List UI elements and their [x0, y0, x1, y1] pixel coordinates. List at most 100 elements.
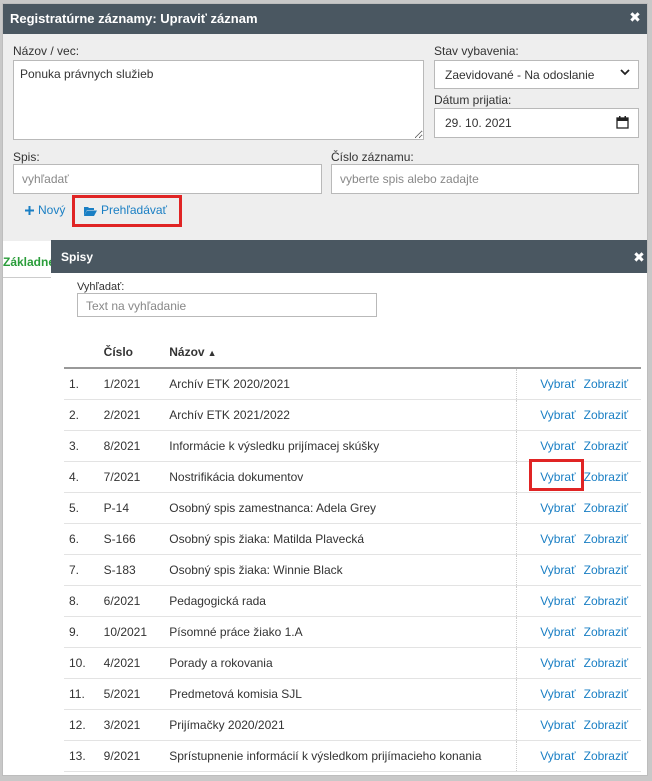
- show-link[interactable]: Zobraziť: [584, 439, 629, 453]
- datum-input[interactable]: 29. 10. 2021: [434, 108, 639, 138]
- tab-zakladne[interactable]: Základné: [3, 255, 51, 269]
- row-actions: Vybrať Zobraziť: [516, 616, 641, 648]
- row-nazov: Predmetová komisia SJL: [169, 678, 517, 710]
- row-actions: Vybrať Zobraziť: [516, 647, 641, 679]
- row-actions: Vybrať Zobraziť: [516, 709, 641, 741]
- col-cislo[interactable]: Číslo: [103, 336, 170, 369]
- dialog-titlebar: Registratúrne záznamy: Upraviť záznam ✖: [3, 4, 647, 34]
- edit-record-dialog: Registratúrne záznamy: Upraviť záznam ✖ …: [2, 3, 648, 776]
- row-index: 7.: [64, 554, 104, 586]
- col-nazov[interactable]: Názov ▲: [169, 336, 517, 369]
- show-link[interactable]: Zobraziť: [584, 501, 629, 515]
- row-index: 11.: [64, 678, 104, 710]
- show-link[interactable]: Zobraziť: [584, 563, 629, 577]
- spis-search-input[interactable]: vyhľadať: [13, 164, 322, 194]
- table-row: 11. 5/2021 Predmetová komisia SJL Vybrať Zob…: [64, 678, 641, 710]
- row-nazov: Archív ETK 2021/2022: [169, 399, 517, 431]
- row-cislo: S-183: [103, 554, 170, 586]
- spisy-title: Spisy: [61, 250, 94, 264]
- row-nazov: Porady a rokovania: [169, 647, 517, 679]
- browse-button[interactable]: Prehľadávať: [84, 203, 167, 217]
- row-cislo: 8/2021: [103, 430, 170, 462]
- spisy-titlebar: Spisy ✖: [51, 240, 647, 273]
- row-actions: Vybrať Zobraziť: [516, 523, 641, 555]
- show-link[interactable]: Zobraziť: [584, 656, 629, 670]
- cislo-input[interactable]: vyberte spis alebo zadajte: [331, 164, 639, 194]
- col-nazov-label: Názov: [169, 344, 205, 359]
- close-icon[interactable]: ✖: [629, 10, 641, 24]
- table-row: 10. 4/2021 Porady a rokovania Vybrať Zobrazi…: [64, 647, 641, 679]
- select-link[interactable]: Vybrať: [540, 408, 575, 422]
- row-nazov: Osobný spis zamestnanca: Adela Grey: [169, 492, 517, 524]
- select-link[interactable]: Vybrať: [540, 594, 575, 608]
- select-link[interactable]: Vybrať: [540, 718, 575, 732]
- nazov-textarea[interactable]: [13, 60, 424, 140]
- row-actions: Vybrať Zobraziť: [516, 368, 641, 400]
- show-link[interactable]: Zobraziť: [584, 718, 629, 732]
- search-input[interactable]: Text na vyhľadanie: [77, 293, 377, 317]
- plus-icon: [25, 206, 34, 216]
- row-index: 12.: [64, 709, 104, 741]
- row-actions: Vybrať Zobraziť: [516, 678, 641, 710]
- table-row: 4. 7/2021 Nostrifikácia dokumentov Vybrať Zo…: [64, 461, 641, 493]
- browse-label: Prehľadávať: [101, 203, 168, 217]
- select-link[interactable]: Vybrať: [540, 625, 575, 639]
- row-cislo: 10/2021: [103, 616, 170, 648]
- table-row: 3. 8/2021 Informácie k výsledku prijímacej…: [64, 430, 641, 462]
- row-actions: Vybrať Zobraziť: [516, 461, 641, 493]
- select-link[interactable]: Vybrať: [540, 749, 575, 763]
- select-link[interactable]: Vybrať: [540, 563, 575, 577]
- row-actions: Vybrať Zobraziť: [516, 492, 641, 524]
- close-icon[interactable]: ✖: [633, 250, 645, 264]
- table-header-row: Číslo Názov ▲: [64, 336, 641, 369]
- row-nazov: Osobný spis žiaka: Matilda Plavecká: [169, 523, 517, 555]
- row-nazov: Písomné práce žiako 1.A: [169, 616, 517, 648]
- select-link[interactable]: Vybrať: [540, 656, 575, 670]
- spisy-table: Číslo Názov ▲ 1. 1/2021 Archív ETK 2020/202…: [64, 336, 641, 772]
- row-nazov: Sprístupnenie informácií k výsledkom pri…: [169, 740, 517, 772]
- select-link[interactable]: Vybrať: [540, 532, 575, 546]
- table-row: 9. 10/2021 Písomné práce žiako 1.A Vybrať Zo…: [64, 616, 641, 648]
- table-row: 6. S-166 Osobný spis žiaka: Matilda Plavec…: [64, 523, 641, 555]
- tab-panel: [3, 241, 51, 775]
- show-link[interactable]: Zobraziť: [584, 470, 629, 484]
- new-spis-label: Nový: [38, 203, 66, 217]
- stav-label: Stav vybavenia:: [434, 44, 519, 58]
- row-cislo: 2/2021: [103, 399, 170, 431]
- col-index: [64, 336, 104, 369]
- show-link[interactable]: Zobraziť: [584, 594, 629, 608]
- show-link[interactable]: Zobraziť: [584, 532, 629, 546]
- row-nazov: Prijímačky 2020/2021: [169, 709, 517, 741]
- row-index: 4.: [64, 461, 104, 493]
- row-index: 6.: [64, 523, 104, 555]
- row-nazov: Archív ETK 2020/2021: [169, 368, 517, 400]
- spis-placeholder: vyhľadať: [22, 172, 69, 186]
- table-row: 12. 3/2021 Prijímačky 2020/2021 Vybrať Zobra…: [64, 709, 641, 741]
- new-spis-button[interactable]: Nový: [25, 203, 65, 217]
- row-actions: Vybrať Zobraziť: [516, 399, 641, 431]
- table-row: 2. 2/2021 Archív ETK 2021/2022 Vybrať Zobraz…: [64, 399, 641, 431]
- row-index: 3.: [64, 430, 104, 462]
- table-row: 7. S-183 Osobný spis žiaka: Winnie Black Vy…: [64, 554, 641, 586]
- search-label: Vyhľadať:: [77, 281, 125, 293]
- show-link[interactable]: Zobraziť: [584, 687, 629, 701]
- sort-asc-icon: ▲: [207, 347, 217, 358]
- stav-select[interactable]: Zaevidované - Na odoslanie: [434, 60, 639, 89]
- row-nazov: Osobný spis žiaka: Winnie Black: [169, 554, 517, 586]
- show-link[interactable]: Zobraziť: [584, 625, 629, 639]
- select-link[interactable]: Vybrať: [540, 687, 575, 701]
- row-index: 5.: [64, 492, 104, 524]
- select-link[interactable]: Vybrať: [540, 377, 575, 391]
- show-link[interactable]: Zobraziť: [584, 408, 629, 422]
- select-link[interactable]: Vybrať: [540, 439, 575, 453]
- select-link[interactable]: Vybrať: [540, 501, 575, 515]
- show-link[interactable]: Zobraziť: [584, 749, 629, 763]
- show-link[interactable]: Zobraziť: [584, 377, 629, 391]
- spis-label: Spis:: [13, 150, 40, 164]
- row-cislo: 6/2021: [103, 585, 170, 617]
- table-row: 13. 9/2021 Sprístupnenie informácií k výsl…: [64, 740, 641, 772]
- calendar-icon[interactable]: [616, 116, 629, 129]
- select-link[interactable]: Vybrať: [540, 470, 575, 484]
- row-actions: Vybrať Zobraziť: [516, 740, 641, 772]
- row-index: 13.: [64, 740, 104, 772]
